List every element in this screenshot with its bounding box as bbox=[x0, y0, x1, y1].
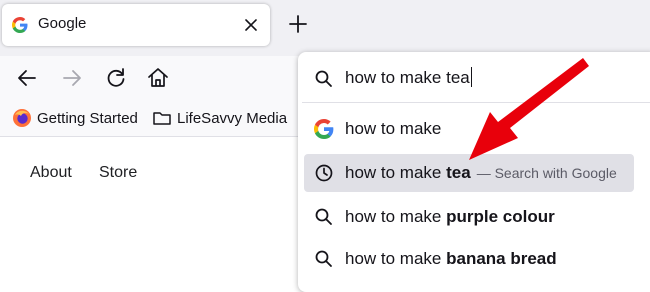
bookmark-lifesavvy-media[interactable]: LifeSavvy Media bbox=[152, 108, 287, 128]
text-cursor bbox=[470, 67, 472, 87]
folder-icon bbox=[153, 112, 171, 125]
address-bar-value: how to make tea bbox=[345, 68, 470, 87]
address-bar-input[interactable]: how to make tea bbox=[345, 67, 472, 88]
suggestion-row[interactable]: how to make banana bread bbox=[304, 240, 634, 278]
google-g-icon bbox=[12, 17, 28, 33]
back-arrow-icon[interactable] bbox=[14, 65, 40, 91]
bookmark-getting-started[interactable]: Getting Started bbox=[12, 108, 138, 128]
suggestion-row-selected[interactable]: how to make tea — Search with Google bbox=[304, 154, 634, 192]
search-icon bbox=[315, 208, 332, 225]
history-clock-icon bbox=[315, 164, 333, 182]
suggestion-text: how to make tea — Search with Google bbox=[345, 163, 617, 183]
search-icon bbox=[315, 70, 332, 87]
suggestion-prefix: how to make bbox=[345, 249, 447, 268]
suggestion-row[interactable]: how to make bbox=[304, 110, 634, 148]
suggestion-text: how to make purple colour bbox=[345, 207, 555, 227]
suggestion-text: how to make bbox=[345, 119, 441, 139]
suggestion-prefix: how to make bbox=[345, 207, 447, 226]
bookmark-label: Getting Started bbox=[37, 109, 138, 127]
suggestion-prefix: how to make bbox=[345, 119, 442, 138]
home-icon[interactable] bbox=[145, 65, 171, 91]
about-link[interactable]: About bbox=[30, 164, 72, 182]
close-icon[interactable] bbox=[242, 16, 260, 34]
suggestion-bold: purple colour bbox=[446, 207, 555, 226]
bookmark-label: LifeSavvy Media bbox=[177, 109, 288, 127]
tab-title: Google bbox=[38, 15, 87, 32]
suggestion-text: how to make banana bread bbox=[345, 249, 557, 269]
divider bbox=[302, 102, 650, 103]
forward-arrow-icon[interactable] bbox=[59, 65, 85, 91]
firefox-icon bbox=[13, 109, 31, 127]
suggestion-row[interactable]: how to make purple colour bbox=[304, 198, 634, 236]
search-icon bbox=[315, 250, 332, 267]
suggestion-bold: tea bbox=[446, 163, 471, 182]
suggestion-bold: banana bread bbox=[446, 249, 557, 268]
reload-icon[interactable] bbox=[103, 65, 129, 91]
tab-google[interactable]: Google bbox=[2, 4, 270, 46]
store-link[interactable]: Store bbox=[99, 164, 137, 182]
plus-icon[interactable] bbox=[287, 13, 309, 35]
suggestion-prefix: how to make bbox=[345, 163, 447, 182]
google-g-icon bbox=[314, 119, 334, 139]
suggestion-action: — Search with Google bbox=[476, 165, 617, 181]
